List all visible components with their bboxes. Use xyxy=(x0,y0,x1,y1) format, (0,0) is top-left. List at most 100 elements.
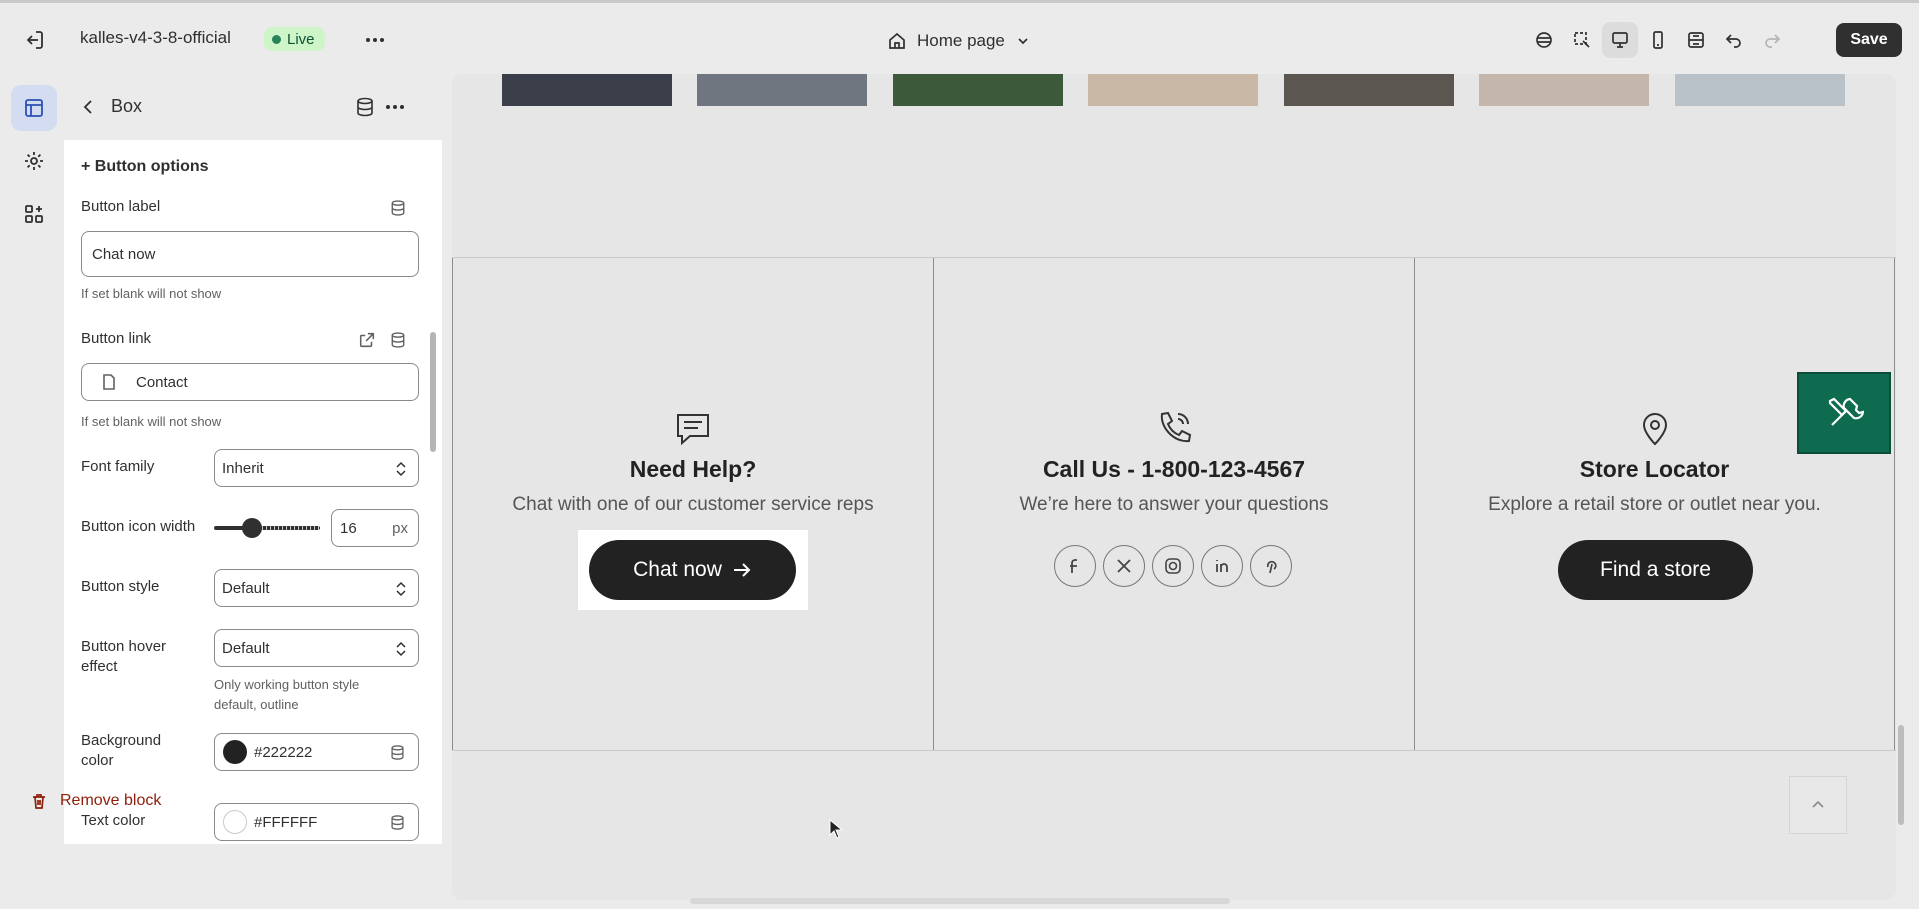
store-name: kalles-v4-3-8-official xyxy=(80,28,231,47)
dynamic-source-icon[interactable] xyxy=(389,744,406,761)
button-style-value: Default xyxy=(222,579,270,597)
panel-scrollbar[interactable] xyxy=(430,332,436,452)
text-color-input[interactable]: #FFFFFF xyxy=(214,803,419,841)
icon-width-value: 16 xyxy=(340,519,357,537)
store-box[interactable]: Store Locator Explore a retail store or … xyxy=(1414,258,1895,750)
mobile-view-icon[interactable] xyxy=(1640,22,1676,58)
settings-gear-icon[interactable] xyxy=(11,138,57,184)
button-link-value: Contact xyxy=(136,373,188,391)
box-title: Store Locator xyxy=(1579,456,1730,482)
status-label: Live xyxy=(287,30,315,48)
text-color-label: Text color xyxy=(81,812,146,829)
select-arrows-icon xyxy=(396,461,406,477)
chevron-up-icon xyxy=(1812,800,1824,808)
phone-icon xyxy=(1154,408,1194,448)
hover-effect-help: Only working button style xyxy=(214,677,360,692)
select-arrows-icon xyxy=(396,581,406,597)
chat-now-label: Chat now xyxy=(633,558,722,581)
section-title: + Button options xyxy=(81,158,209,175)
inspector-icon[interactable] xyxy=(1564,22,1600,58)
font-family-label: Font family xyxy=(81,458,155,475)
find-store-button[interactable]: Find a store xyxy=(1558,540,1753,600)
hover-effect-select[interactable]: Default xyxy=(214,629,419,667)
chevron-down-icon xyxy=(1018,38,1028,45)
call-box[interactable]: Call Us - 1-800-123-4567 We’re here to a… xyxy=(933,258,1414,750)
more-icon[interactable] xyxy=(362,28,388,52)
box-title: Call Us - 1-800-123-4567 xyxy=(1042,456,1306,482)
tools-icon xyxy=(1828,397,1864,426)
remove-block-button[interactable]: Remove block xyxy=(30,792,161,810)
external-link-icon[interactable] xyxy=(356,329,378,351)
slider-handle[interactable] xyxy=(242,518,262,538)
button-link-help: If set blank will not show xyxy=(81,414,222,429)
hover-effect-value: Default xyxy=(222,639,270,657)
background-color-input[interactable]: #222222 xyxy=(214,733,419,771)
color-swatch[interactable] xyxy=(223,810,247,834)
dynamic-source-icon[interactable] xyxy=(387,329,409,351)
icon-width-label: Button icon width xyxy=(81,518,196,535)
exit-icon[interactable] xyxy=(22,28,46,52)
canvas-scrollbar[interactable] xyxy=(1898,725,1904,825)
undo-icon[interactable] xyxy=(1716,22,1752,58)
hover-effect-label-2: effect xyxy=(81,658,118,675)
info-boxes: Need Help? Chat with one of our customer… xyxy=(452,257,1896,751)
facebook-icon[interactable] xyxy=(1054,545,1096,587)
status-badge: Live xyxy=(264,27,325,51)
apps-icon[interactable] xyxy=(11,191,57,237)
box-subtitle: We’re here to answer your questions xyxy=(1019,494,1329,515)
tools-button[interactable] xyxy=(1797,372,1891,454)
dynamic-source-icon[interactable] xyxy=(389,814,406,831)
cursor-icon xyxy=(829,819,843,839)
background-color-value: #222222 xyxy=(254,743,313,761)
font-family-select[interactable]: Inherit xyxy=(214,449,419,487)
button-style-label: Button style xyxy=(81,578,160,595)
chat-now-button[interactable]: Chat now xyxy=(589,540,796,600)
background-color-label: Background xyxy=(81,732,162,749)
icon-width-input[interactable]: 16 px xyxy=(331,509,419,547)
hover-effect-help-2: default, outline xyxy=(214,697,299,712)
product-image xyxy=(697,74,867,106)
top-bar: kalles-v4-3-8-official Live Home page Sa xyxy=(0,0,1919,74)
instagram-icon[interactable] xyxy=(1152,545,1194,587)
panel-title: Box xyxy=(111,96,143,116)
dynamic-source-icon[interactable] xyxy=(387,197,409,219)
pinterest-icon[interactable] xyxy=(1250,545,1292,587)
dynamic-source-icon[interactable] xyxy=(354,96,376,118)
panel-body: + Button options Button label Chat now I… xyxy=(64,140,442,844)
save-button[interactable]: Save xyxy=(1836,23,1902,57)
sections-icon[interactable] xyxy=(11,85,57,131)
button-label-input[interactable]: Chat now xyxy=(81,231,419,277)
fullscreen-icon[interactable] xyxy=(1678,22,1714,58)
button-style-select[interactable]: Default xyxy=(214,569,419,607)
canvas-horizontal-scrollbar[interactable] xyxy=(690,898,1230,904)
button-link-input[interactable]: Contact xyxy=(81,363,419,401)
help-box[interactable]: Need Help? Chat with one of our customer… xyxy=(452,258,933,750)
box-subtitle: Chat with one of our customer service re… xyxy=(512,494,874,515)
trash-icon xyxy=(33,794,45,809)
social-links xyxy=(1054,545,1292,587)
more-options-icon[interactable] xyxy=(383,96,407,118)
arrow-right-icon xyxy=(733,563,751,577)
linkedin-icon[interactable] xyxy=(1201,545,1243,587)
box-subtitle: Explore a retail store or outlet near yo… xyxy=(1488,494,1821,515)
x-icon[interactable] xyxy=(1103,545,1145,587)
background-color-label-2: color xyxy=(81,752,114,769)
color-swatch[interactable] xyxy=(223,740,247,764)
live-dot-icon xyxy=(272,34,281,44)
product-image xyxy=(502,74,672,106)
chat-icon xyxy=(673,408,713,448)
back-to-top-button[interactable] xyxy=(1789,776,1847,834)
preview-canvas: Need Help? Chat with one of our customer… xyxy=(452,74,1896,900)
desktop-view-icon[interactable] xyxy=(1602,22,1638,58)
product-image xyxy=(893,74,1063,106)
page-selector[interactable]: Home page xyxy=(887,25,1031,57)
product-image xyxy=(1479,74,1649,106)
back-arrow-icon[interactable] xyxy=(78,96,100,118)
block-settings-panel: Box + Button options Button label Chat n… xyxy=(64,74,442,909)
font-family-value: Inherit xyxy=(222,459,264,477)
panel-footer xyxy=(64,844,442,909)
product-image xyxy=(1675,74,1845,106)
redo-icon[interactable] xyxy=(1754,22,1790,58)
theme-settings-icon[interactable] xyxy=(1526,22,1562,58)
location-pin-icon xyxy=(1635,408,1675,448)
